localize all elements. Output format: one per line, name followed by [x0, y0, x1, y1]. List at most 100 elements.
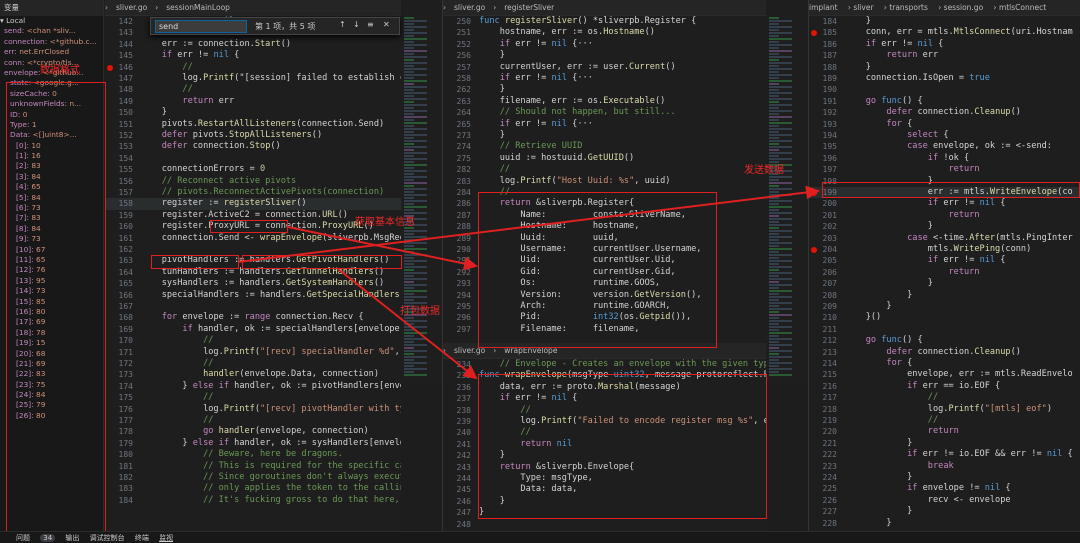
code-line[interactable]: 292 Gid: currentUser.Gid,	[443, 267, 766, 278]
code-line[interactable]: 191 go func() {	[809, 96, 1080, 107]
code-line[interactable]: 166 specialHandlers := handlers.GetSpeci…	[105, 290, 401, 301]
arrow-up-icon[interactable]: ↑	[339, 20, 346, 29]
code-line[interactable]: 297 Filename: filename,	[443, 324, 766, 335]
code-line[interactable]: 171 log.Printf("[recv] specialHandler %d…	[105, 347, 401, 358]
code-line[interactable]: 153 defer connection.Stop()	[105, 141, 401, 152]
code-line[interactable]: 161 connection.Send <- wrapEnvelope(sliv…	[105, 233, 401, 244]
variable-row[interactable]: state: <google.g...	[0, 78, 103, 88]
code-line[interactable]: 223 break	[809, 461, 1080, 472]
code-line[interactable]: 247}	[443, 507, 766, 518]
code-line[interactable]: 239 log.Printf("Failed to encode registe…	[443, 416, 766, 427]
code-line[interactable]: 148 //	[105, 84, 401, 95]
variable-row[interactable]: [17]: 69	[0, 317, 103, 327]
code-line[interactable]: 211	[809, 324, 1080, 335]
code-line[interactable]: 167	[105, 301, 401, 312]
code-line[interactable]: 186 if err != nil {	[809, 39, 1080, 50]
code-line[interactable]: 219 //	[809, 415, 1080, 426]
code-line[interactable]: 165 sysHandlers := handlers.GetSystemHan…	[105, 278, 401, 289]
variable-row[interactable]: [1]: 16	[0, 151, 103, 161]
code-line[interactable]: 294 Version: version.GetVersion(),	[443, 290, 766, 301]
code-line[interactable]: 181 // This is required for the specific…	[105, 461, 401, 472]
code-line[interactable]: 172 //	[105, 358, 401, 369]
variable-row[interactable]: [16]: 80	[0, 307, 103, 317]
code-line[interactable]: 158 register := registerSliver()	[105, 198, 401, 210]
code-line[interactable]: 192 defer connection.Cleanup()	[809, 107, 1080, 118]
code-line[interactable]: 236 data, err := proto.Marshal(message)	[443, 382, 766, 393]
code-line[interactable]: 257 currentUser, err := user.Current()	[443, 62, 766, 73]
code-line[interactable]: 214 for {	[809, 358, 1080, 369]
code-line[interactable]: 151 pivots.RestartAllListeners(connectio…	[105, 119, 401, 130]
code-line[interactable]: 212 go func() {	[809, 335, 1080, 346]
code-line[interactable]: 237 if err != nil {	[443, 393, 766, 404]
code-line[interactable]: 189 connection.IsOpen = true	[809, 73, 1080, 84]
code-line[interactable]: 252 if err != nil {···	[443, 39, 766, 50]
variable-row[interactable]: [3]: 84	[0, 172, 103, 182]
code-line[interactable]: 157 // pivots.ReconnectActivePivots(conn…	[105, 187, 401, 198]
code-line[interactable]: 198 }	[809, 176, 1080, 187]
code-line[interactable]: 147 log.Printf("[session] failed to esta…	[105, 73, 401, 84]
code-line[interactable]: 152 defer pivots.StopAllListeners()	[105, 130, 401, 141]
code-line[interactable]: 295 Arch: runtime.GOARCH,	[443, 301, 766, 312]
code-line[interactable]: 163 pivotHandlers := handlers.GetPivotHa…	[105, 255, 401, 266]
code-line[interactable]: 175 //	[105, 392, 401, 403]
variable-row[interactable]: [10]: 67	[0, 245, 103, 255]
variable-row[interactable]: [22]: 83	[0, 369, 103, 379]
code-line[interactable]: 208 }	[809, 290, 1080, 301]
code-line[interactable]: 293 Os: runtime.GOOS,	[443, 278, 766, 289]
variable-row[interactable]: [8]: 84	[0, 224, 103, 234]
code-line[interactable]: 227 }	[809, 506, 1080, 517]
code-line[interactable]: 200 if err != nil {	[809, 198, 1080, 209]
code-line[interactable]: 213 defer connection.Cleanup()	[809, 347, 1080, 358]
code-line[interactable]: 273 }	[443, 130, 766, 141]
code-line[interactable]: 210 }()	[809, 312, 1080, 323]
code-line[interactable]: 146 //	[105, 62, 401, 73]
code-line[interactable]: 274 // Retrieve UUID	[443, 141, 766, 152]
code-line[interactable]: 193 for {	[809, 119, 1080, 130]
code-line[interactable]: 240 //	[443, 427, 766, 438]
code-line[interactable]: 283 log.Printf("Host Uuid: %s", uuid)	[443, 176, 766, 187]
tab-debug-console[interactable]: 调试控制台	[90, 534, 125, 542]
code-line[interactable]: 234 // Envelope - Creates an envelope wi…	[443, 359, 766, 370]
variable-row[interactable]: [15]: 85	[0, 297, 103, 307]
code-line[interactable]: 201 return	[809, 210, 1080, 221]
code-line[interactable]: 194 select {	[809, 130, 1080, 141]
code-line[interactable]: 174 } else if handler, ok := pivotHandle…	[105, 381, 401, 392]
variable-row[interactable]: sizeCache: 0	[0, 89, 103, 99]
code-line[interactable]: 182 // Since goroutines don't always exe…	[105, 472, 401, 483]
code-line[interactable]: 225 if envelope != nil {	[809, 483, 1080, 494]
code-line[interactable]: 258 if err != nil {···	[443, 73, 766, 84]
code-line[interactable]: 170 //	[105, 335, 401, 346]
code-line[interactable]: 162	[105, 244, 401, 255]
tab-terminal[interactable]: 终端	[135, 534, 149, 542]
code-line[interactable]: 202 }	[809, 221, 1080, 232]
menu-icon[interactable]: ≡	[367, 20, 374, 29]
code-line[interactable]: 216 if err == io.EOF {	[809, 381, 1080, 392]
variable-row[interactable]: [18]: 78	[0, 328, 103, 338]
code-line[interactable]: 178 go handler(envelope, connection)	[105, 426, 401, 437]
code-line[interactable]: 242 }	[443, 450, 766, 461]
variable-row[interactable]: err: net.ErrClosed	[0, 47, 103, 57]
code-line[interactable]: 262 }	[443, 84, 766, 95]
variable-row[interactable]: [12]: 76	[0, 265, 103, 275]
arrow-down-icon[interactable]: ↓	[353, 20, 360, 29]
tab-problems[interactable]: 问题 34	[8, 534, 56, 542]
code-line[interactable]: 176 log.Printf("[recv] pivotHandler with…	[105, 404, 401, 415]
code-line[interactable]: 215 envelope, err := mtls.ReadEnvelo	[809, 369, 1080, 380]
code-line[interactable]: 246 }	[443, 496, 766, 507]
variable-row[interactable]: [4]: 65	[0, 182, 103, 192]
variable-row[interactable]: Data: <[]uint8>...	[0, 130, 103, 140]
code-line[interactable]: 217 //	[809, 392, 1080, 403]
code-line[interactable]: 155 connectionErrors = 0	[105, 164, 401, 175]
code-line[interactable]: 235 func wrapEnvelope(msgType uint32, mes…	[443, 370, 766, 381]
code-line[interactable]: 288 Hostname: hostname,	[443, 221, 766, 232]
code-line[interactable]: 263 filename, err := os.Executable()	[443, 96, 766, 107]
code-line[interactable]: 145 if err != nil {	[105, 50, 401, 61]
code-line[interactable]: 185 conn, err = mtls.MtlsConnect(uri.Hos…	[809, 27, 1080, 38]
variable-row[interactable]: [20]: 68	[0, 349, 103, 359]
code-line[interactable]: 244 Type: msgType,	[443, 473, 766, 484]
code-line[interactable]: 265 if err != nil {···	[443, 119, 766, 130]
code-line[interactable]: 256 }	[443, 50, 766, 61]
code-line[interactable]: 289 Uuid: uuid,	[443, 233, 766, 244]
code-line[interactable]: 190	[809, 84, 1080, 95]
code-line[interactable]: 199 err := mtls.WriteEnvelope(co	[809, 187, 1080, 199]
